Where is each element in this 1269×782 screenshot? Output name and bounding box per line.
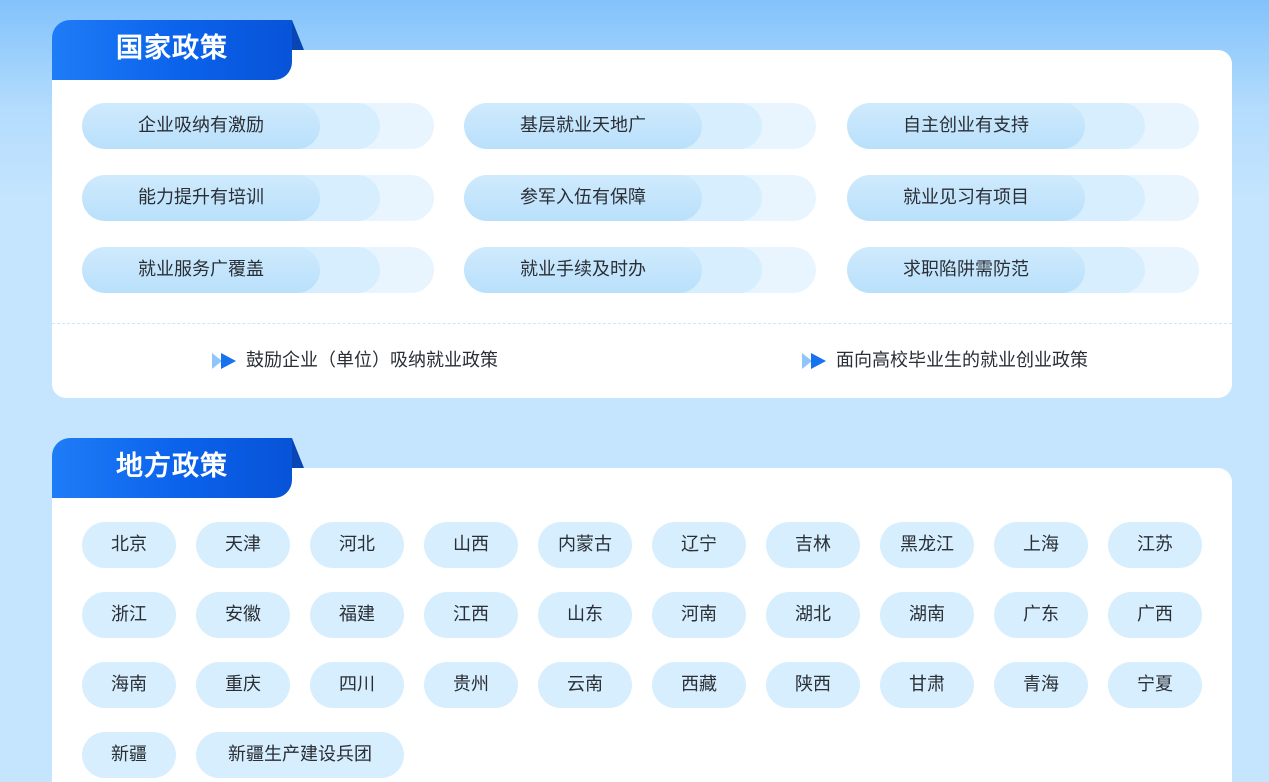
double-play-arrow-icon — [802, 353, 826, 369]
region-chip[interactable]: 上海 — [994, 522, 1088, 568]
region-chip[interactable]: 甘肃 — [880, 662, 974, 708]
region-chip[interactable]: 广西 — [1108, 592, 1202, 638]
policy-pill-label: 企业吸纳有激励 — [138, 115, 264, 136]
region-chip[interactable]: 黑龙江 — [880, 522, 974, 568]
section-title: 国家政策 — [116, 33, 228, 64]
region-chip[interactable]: 河南 — [652, 592, 746, 638]
region-chip[interactable]: 陕西 — [766, 662, 860, 708]
local-policy-tab: 地方政策 — [52, 438, 304, 498]
policy-pill[interactable]: 就业服务广覆盖 — [82, 247, 434, 293]
region-chip[interactable]: 云南 — [538, 662, 632, 708]
policy-pill[interactable]: 就业见习有项目 — [847, 175, 1199, 221]
region-chip[interactable]: 新疆 — [82, 732, 176, 778]
region-chip[interactable]: 海南 — [82, 662, 176, 708]
region-chip[interactable]: 宁夏 — [1108, 662, 1202, 708]
region-chip[interactable]: 山东 — [538, 592, 632, 638]
region-chip[interactable]: 广东 — [994, 592, 1088, 638]
policy-pill-label: 自主创业有支持 — [903, 115, 1029, 136]
region-chip[interactable]: 河北 — [310, 522, 404, 568]
policy-pill[interactable]: 求职陷阱需防范 — [847, 247, 1199, 293]
policy-pill[interactable]: 基层就业天地广 — [464, 103, 816, 149]
region-chip[interactable]: 江苏 — [1108, 522, 1202, 568]
policy-pill-label: 求职陷阱需防范 — [903, 259, 1029, 280]
policy-pill[interactable]: 参军入伍有保障 — [464, 175, 816, 221]
region-chip[interactable]: 新疆生产建设兵团 — [196, 732, 404, 778]
policy-pill-label: 就业见习有项目 — [903, 187, 1029, 208]
policy-link-label: 面向高校毕业生的就业创业政策 — [836, 350, 1088, 371]
region-chip[interactable]: 安徽 — [196, 592, 290, 638]
region-chip[interactable]: 贵州 — [424, 662, 518, 708]
policy-pill[interactable]: 就业手续及时办 — [464, 247, 816, 293]
policy-pill-label: 就业手续及时办 — [520, 259, 646, 280]
policy-link-enterprise[interactable]: 鼓励企业（单位）吸纳就业政策 — [212, 348, 498, 374]
policy-link-label: 鼓励企业（单位）吸纳就业政策 — [246, 350, 498, 371]
region-chip[interactable]: 福建 — [310, 592, 404, 638]
policy-pill-label: 就业服务广覆盖 — [138, 259, 264, 280]
section-divider — [52, 323, 1232, 324]
region-chip[interactable]: 西藏 — [652, 662, 746, 708]
policy-pill[interactable]: 能力提升有培训 — [82, 175, 434, 221]
region-chip[interactable]: 湖北 — [766, 592, 860, 638]
policy-pill-label: 参军入伍有保障 — [520, 187, 646, 208]
region-chip[interactable]: 江西 — [424, 592, 518, 638]
local-policy-card: 北京 天津 河北 山西 内蒙古 辽宁 吉林 黑龙江 上海 江苏浙江 安徽 福建 江西 山东 河南 湖北 湖南 广东… — [52, 468, 1232, 782]
region-chip[interactable]: 北京 — [82, 522, 176, 568]
policy-link-graduates[interactable]: 面向高校毕业生的就业创业政策 — [802, 348, 1088, 374]
region-chip[interactable]: 天津 — [196, 522, 290, 568]
region-chip[interactable]: 湖南 — [880, 592, 974, 638]
region-chip[interactable]: 青海 — [994, 662, 1088, 708]
region-chip[interactable]: 重庆 — [196, 662, 290, 708]
region-chip[interactable]: 浙江 — [82, 592, 176, 638]
national-policy-card: 企业吸纳有激励 基层就业天地广 自主创业有支持能力提升有培训 参军入伍有保障 就业见习有… — [52, 50, 1232, 398]
double-play-arrow-icon — [212, 353, 236, 369]
national-policy-section: 企业吸纳有激励 基层就业天地广 自主创业有支持能力提升有培训 参军入伍有保障 就业见习有… — [52, 20, 1232, 400]
policy-pill[interactable]: 自主创业有支持 — [847, 103, 1199, 149]
region-chip[interactable]: 内蒙古 — [538, 522, 632, 568]
policy-pill-label: 基层就业天地广 — [520, 115, 646, 136]
region-chip[interactable]: 四川 — [310, 662, 404, 708]
policy-pill-label: 能力提升有培训 — [138, 187, 264, 208]
policy-pill[interactable]: 企业吸纳有激励 — [82, 103, 434, 149]
national-policy-tab: 国家政策 — [52, 20, 304, 80]
region-chip[interactable]: 山西 — [424, 522, 518, 568]
local-policy-section: 北京 天津 河北 山西 内蒙古 辽宁 吉林 黑龙江 上海 江苏浙江 安徽 福建 江西 山东 河南 湖北 湖南 广东… — [52, 438, 1232, 782]
region-chip[interactable]: 吉林 — [766, 522, 860, 568]
region-chip[interactable]: 辽宁 — [652, 522, 746, 568]
section-title: 地方政策 — [116, 451, 228, 482]
